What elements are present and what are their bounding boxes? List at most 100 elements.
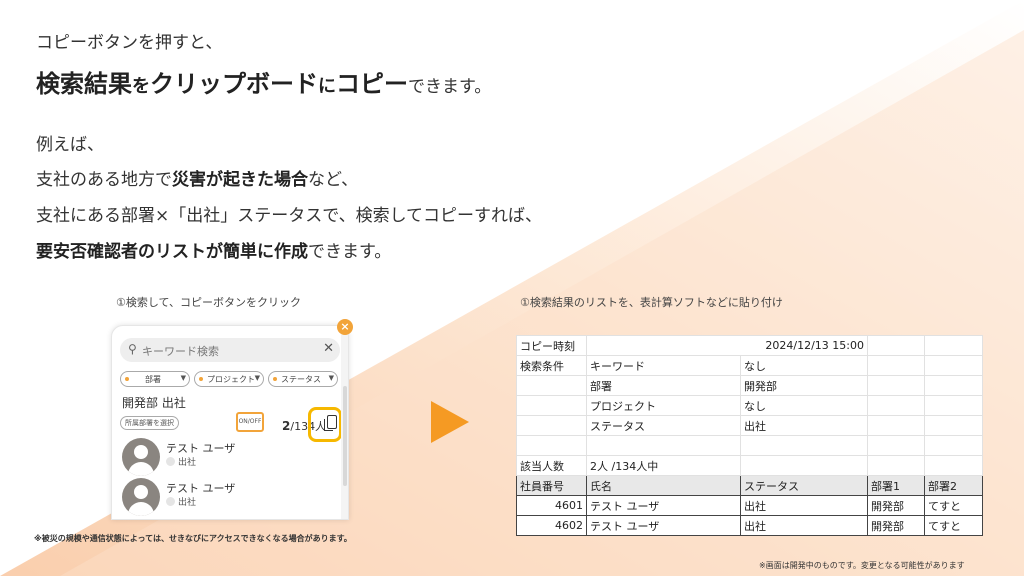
cell[interactable] — [739, 455, 869, 476]
cell[interactable]: 開発部 — [867, 515, 926, 536]
chip-label: ステータス — [281, 375, 321, 384]
status-text: 出社 — [178, 458, 197, 468]
cell[interactable]: 2人 /134人中 — [586, 455, 741, 476]
user-name: テスト ユーザ — [166, 442, 236, 455]
cell[interactable]: 検索条件 — [516, 355, 587, 376]
column-header[interactable]: ステータス — [739, 475, 869, 496]
app-screen: ⚲ キーワード検索 ✕ 部署 ▼ プロジェクト ▼ ステータス ▼ 開発部 出社… — [111, 325, 349, 520]
cell[interactable] — [516, 375, 587, 396]
emph-list: 要安否確認者のリストが簡単に作成 — [36, 242, 308, 262]
cell[interactable]: てすと — [924, 515, 984, 536]
text: できます。 — [308, 242, 392, 262]
caption-right: ①検索結果のリストを、表計算ソフトなどに貼り付け — [520, 296, 783, 309]
sheet-header-row: 社員番号 氏名 ステータス 部署1 部署2 — [516, 475, 984, 496]
heading-line-3: 例えば、 — [36, 135, 104, 155]
user-status: 出社 — [166, 495, 196, 508]
cell[interactable]: 4602 — [516, 515, 587, 536]
cell[interactable]: コピー時刻 — [516, 335, 587, 356]
avatar — [122, 478, 160, 516]
sheet-row: コピー時刻 2024/12/13 15:00 — [516, 335, 984, 356]
cell[interactable] — [867, 435, 926, 456]
cell[interactable] — [516, 415, 587, 436]
cell[interactable] — [924, 415, 984, 436]
table-row: 4601 テスト ユーザ 出社 開発部 てすと — [516, 495, 984, 516]
cell[interactable] — [739, 435, 869, 456]
sheet-row: 検索条件 キーワード なし — [516, 355, 984, 376]
cell[interactable]: 開発部 — [739, 375, 869, 396]
cell[interactable] — [586, 435, 741, 456]
search-placeholder: キーワード検索 — [142, 345, 219, 358]
onoff-toggle[interactable]: ON/OFF — [236, 412, 264, 432]
search-icon: ⚲ — [128, 342, 137, 356]
particle: に — [318, 76, 336, 97]
cell[interactable] — [516, 435, 587, 456]
cell[interactable] — [867, 375, 926, 396]
filter-chip-department[interactable]: 部署 ▼ — [120, 371, 190, 387]
cell[interactable]: プロジェクト — [586, 395, 741, 416]
cell[interactable] — [924, 375, 984, 396]
text: など、 — [308, 170, 359, 190]
cell[interactable] — [867, 455, 926, 476]
list-item[interactable]: テスト ユーザ 出社 — [122, 438, 342, 478]
status-dot-icon — [166, 457, 175, 466]
sheet-row: ステータス 出社 — [516, 415, 984, 436]
cell[interactable]: てすと — [924, 495, 984, 516]
table-row: 4602 テスト ユーザ 出社 開発部 てすと — [516, 515, 984, 536]
column-header[interactable]: 部署2 — [924, 475, 984, 496]
cell[interactable] — [867, 355, 926, 376]
filter-chip-project[interactable]: プロジェクト ▼ — [194, 371, 264, 387]
chevron-down-icon: ▼ — [254, 374, 260, 382]
cell[interactable] — [924, 355, 984, 376]
copy-icon[interactable] — [324, 415, 337, 431]
column-header[interactable]: 氏名 — [586, 475, 741, 496]
cell[interactable] — [924, 395, 984, 416]
cell[interactable] — [867, 335, 926, 356]
status-text: 出社 — [178, 498, 197, 508]
cell[interactable]: 2024/12/13 15:00 — [585, 335, 869, 356]
cell[interactable]: なし — [739, 395, 869, 416]
heading-line-5: 支社にある部署×「出社」ステータスで、検索してコピーすれば、 — [36, 206, 543, 226]
cell[interactable] — [867, 395, 926, 416]
heading-line-2: 検索結果をクリップボードにコピーできます。 — [36, 64, 491, 99]
cell[interactable]: 出社 — [739, 515, 869, 536]
cell[interactable] — [924, 335, 984, 356]
spreadsheet: コピー時刻 2024/12/13 15:00 検索条件 キーワード なし 部署 … — [516, 335, 984, 536]
avatar — [122, 438, 160, 476]
list-item[interactable]: テスト ユーザ 出社 — [122, 478, 342, 518]
clear-icon[interactable]: ✕ — [323, 341, 334, 356]
chevron-down-icon: ▼ — [328, 374, 334, 382]
cell[interactable]: 開発部 — [867, 495, 926, 516]
cell[interactable]: 出社 — [739, 495, 869, 516]
cell[interactable] — [867, 415, 926, 436]
cell[interactable]: テスト ユーザ — [586, 515, 741, 536]
text-suffix: できます。 — [408, 77, 492, 97]
scrollbar[interactable] — [341, 326, 348, 519]
cell[interactable]: 該当人数 — [516, 455, 587, 476]
search-input[interactable]: ⚲ キーワード検索 ✕ — [120, 338, 340, 362]
cell[interactable]: なし — [739, 355, 869, 376]
cell[interactable]: テスト ユーザ — [586, 495, 741, 516]
cell[interactable] — [924, 435, 984, 456]
chip-label: プロジェクト — [207, 375, 255, 384]
heading-line-4: 支社のある地方で災害が起きた場合など、 — [36, 165, 358, 190]
cell[interactable]: 4601 — [516, 495, 587, 516]
cell[interactable]: ステータス — [586, 415, 741, 436]
dot-icon — [125, 377, 129, 381]
cell[interactable]: キーワード — [586, 355, 741, 376]
column-header[interactable]: 社員番号 — [516, 475, 587, 496]
select-department-button[interactable]: 所属部署を選択 — [120, 416, 179, 430]
cell[interactable]: 部署 — [586, 375, 741, 396]
disclaimer-left: ※被災の規模や通信状態によっては、せきなびにアクセスできなくなる場合があります。 — [34, 534, 352, 543]
column-header[interactable]: 部署1 — [867, 475, 926, 496]
close-icon[interactable]: × — [337, 319, 353, 335]
cell[interactable] — [516, 395, 587, 416]
chevron-down-icon: ▼ — [180, 374, 186, 382]
cell[interactable] — [924, 455, 984, 476]
sheet-row: 部署 開発部 — [516, 375, 984, 396]
arrow-right-icon — [431, 401, 469, 443]
cell[interactable]: 出社 — [739, 415, 869, 436]
filter-chip-status[interactable]: ステータス ▼ — [268, 371, 338, 387]
emph-clipboard: クリップボード — [150, 70, 318, 98]
scrollbar-thumb[interactable] — [343, 386, 347, 486]
user-name: テスト ユーザ — [166, 482, 236, 495]
